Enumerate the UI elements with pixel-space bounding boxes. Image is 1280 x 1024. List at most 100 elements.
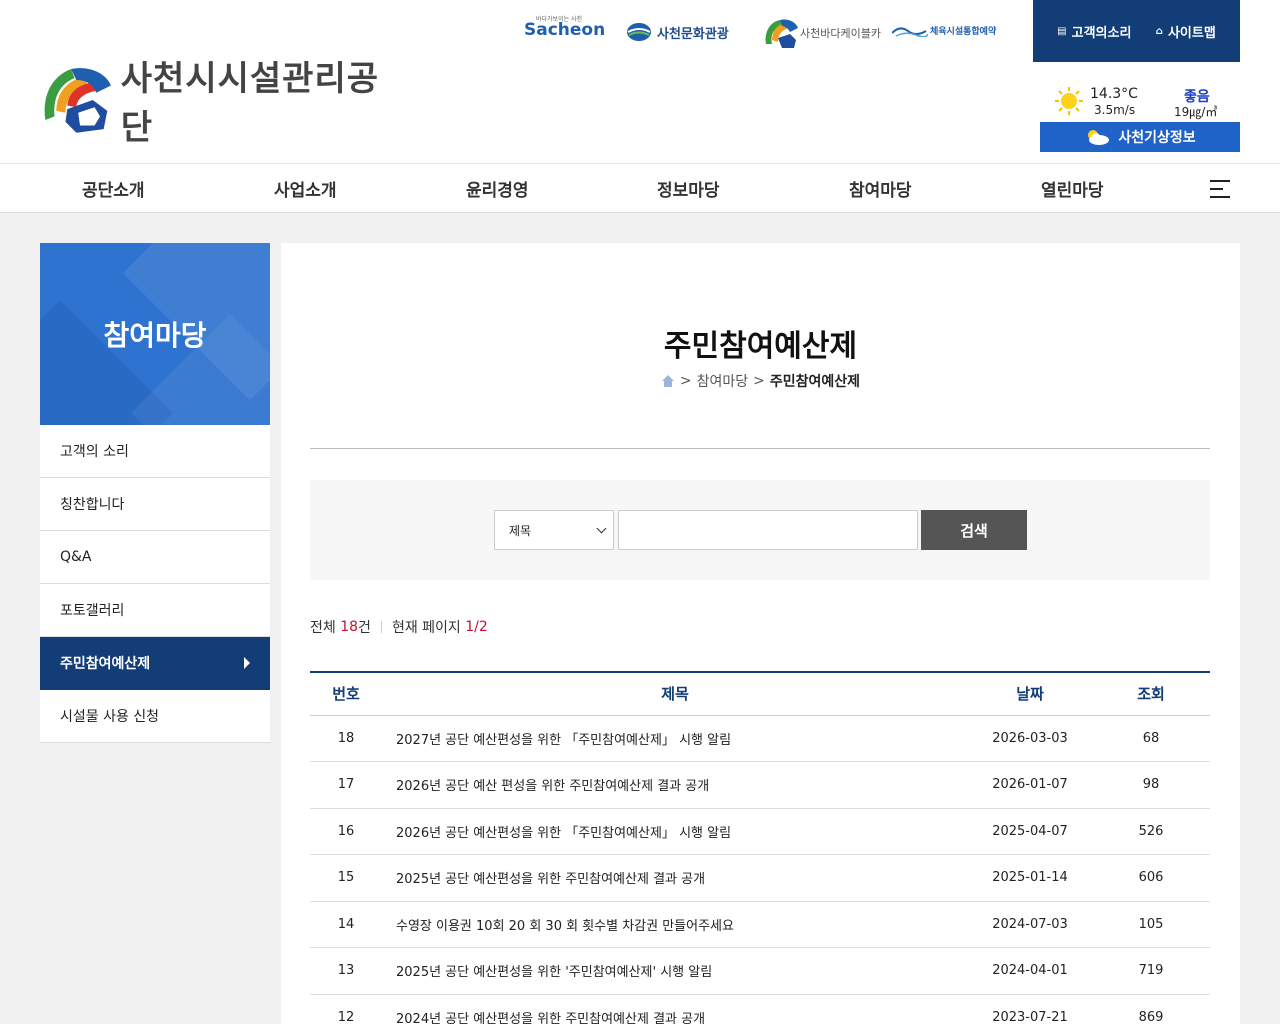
- row-views: 719: [1092, 947, 1210, 995]
- row-title-link[interactable]: 2026년 공단 예산 편성을 위한 주민참여예산제 결과 공개: [382, 761, 968, 809]
- row-number: 17: [310, 761, 382, 809]
- table-row[interactable]: 16 2026년 공단 예산편성을 위한 「주민참여예산제」 시행 알림 202…: [310, 808, 1210, 855]
- family-link-cablecar[interactable]: 사천바다케이블카: [764, 18, 881, 48]
- arrow-right-icon: [244, 657, 250, 669]
- search-field-select[interactable]: 제목: [494, 510, 614, 550]
- search-panel: 제목 검색: [310, 480, 1210, 580]
- row-title-link[interactable]: 수영장 이용권 10회 20 회 30 회 횟수별 차감권 만들어주세요: [382, 901, 968, 948]
- table-row[interactable]: 17 2026년 공단 예산 편성을 위한 주민참여예산제 결과 공개 2026…: [310, 761, 1210, 809]
- sun-icon: [1055, 87, 1083, 115]
- table-row[interactable]: 18 2027년 공단 예산편성을 위한 「주민참여예산제」 시행 알림 202…: [310, 715, 1210, 762]
- table-row[interactable]: 14 수영장 이용권 10회 20 회 30 회 횟수별 차감권 만들어주세요 …: [310, 901, 1210, 948]
- search-button[interactable]: 검색: [921, 510, 1027, 550]
- air-quality-value: 19㎍/㎥: [1174, 105, 1218, 119]
- row-date: 2026-01-07: [968, 761, 1092, 809]
- row-title-link[interactable]: 2026년 공단 예산편성을 위한 「주민참여예산제」 시행 알림: [382, 808, 968, 855]
- sacheon-tagline: 바다가보이는 사천: [536, 16, 583, 23]
- side-nav-header: 참여마당: [40, 243, 270, 425]
- temperature: 14.3°C: [1090, 86, 1138, 102]
- customer-voice-label: 고객의소리: [1071, 25, 1132, 41]
- home-icon[interactable]: [661, 374, 675, 388]
- breadcrumb-parent[interactable]: 참여마당: [697, 371, 749, 391]
- row-number: 16: [310, 808, 382, 855]
- row-views: 105: [1092, 901, 1210, 948]
- row-views: 869: [1092, 994, 1210, 1024]
- site-header: 사천시시설관리공단 바다가보이는 사천 Sacheon 사천문화관광 사천바다케…: [0, 0, 1280, 163]
- gnb-item-business[interactable]: 사업소개: [274, 176, 337, 201]
- row-views: 606: [1092, 854, 1210, 902]
- customer-voice-link[interactable]: ▤ 고객의소리: [1057, 22, 1131, 41]
- table-row[interactable]: 13 2025년 공단 예산편성을 위한 '주민참여예산제' 시행 알림 202…: [310, 947, 1210, 995]
- sports-wave-icon: [892, 26, 928, 37]
- sacheon-label: Sacheon: [524, 20, 606, 40]
- home-icon: ⌂: [1155, 25, 1163, 37]
- sports-label: 체육시설통합예약: [930, 27, 997, 37]
- side-nav-item-praise[interactable]: 칭찬합니다: [40, 478, 270, 531]
- row-number: 12: [310, 994, 382, 1024]
- family-link-sacheon[interactable]: 바다가보이는 사천 Sacheon: [524, 16, 606, 40]
- total-label: 전체: [310, 620, 336, 636]
- search-input[interactable]: [618, 510, 918, 550]
- wind-speed: 3.5m/s: [1094, 103, 1136, 117]
- divider: [310, 448, 1210, 449]
- family-link-culture[interactable]: 사천문화관광: [626, 22, 729, 42]
- side-nav-label: 시설물 사용 신청: [60, 709, 160, 725]
- weather-info-label: 사천기상정보: [1118, 130, 1196, 146]
- gnb-item-open[interactable]: 열린마당: [1041, 176, 1104, 201]
- culture-logo-icon: [627, 23, 651, 41]
- table-header-row: 번호 제목 날짜 조회: [310, 671, 1210, 716]
- gnb-item-about[interactable]: 공단소개: [82, 176, 145, 201]
- document-icon: ▤: [1057, 25, 1067, 37]
- weather-info-button[interactable]: 사천기상정보: [1040, 122, 1240, 152]
- board-table: 번호 제목 날짜 조회 18 2027년 공단 예산편성을 위한 「주민참여예산…: [310, 671, 1210, 1024]
- column-header-no: 번호: [310, 671, 382, 716]
- sitemap-link[interactable]: ⌂ 사이트맵: [1156, 22, 1216, 41]
- row-date: 2024-07-03: [968, 901, 1092, 948]
- side-navigation: 참여마당 고객의 소리 칭찬합니다 Q&A 포토갤러리 주민참여예산제 시설물 …: [40, 243, 270, 743]
- side-nav-item-customer-voice[interactable]: 고객의 소리: [40, 425, 270, 478]
- gnb-item-participation[interactable]: 참여마당: [849, 176, 912, 201]
- gnb-item-ethics[interactable]: 윤리경영: [466, 176, 529, 201]
- breadcrumb-separator: >: [679, 373, 692, 389]
- row-title-link[interactable]: 2025년 공단 예산편성을 위한 주민참여예산제 결과 공개: [382, 854, 968, 902]
- cablecar-logo-icon: [765, 19, 798, 48]
- main-navigation: 공단소개 사업소개 윤리경영 정보마당 참여마당 열린마당: [0, 163, 1280, 213]
- cablecar-label: 사천바다케이블카: [800, 27, 881, 40]
- row-date: 2025-01-14: [968, 854, 1092, 902]
- side-nav-label: 포토갤러리: [60, 603, 125, 619]
- row-title-link[interactable]: 2024년 공단 예산편성을 위한 주민참여예산제 결과 공개: [382, 994, 968, 1024]
- side-nav-item-qna[interactable]: Q&A: [40, 531, 270, 584]
- row-number: 14: [310, 901, 382, 948]
- row-date: 2026-03-03: [968, 715, 1092, 762]
- row-date: 2024-04-01: [968, 947, 1092, 995]
- gnb-item-info[interactable]: 정보마당: [657, 176, 720, 201]
- sitemap-label: 사이트맵: [1167, 25, 1216, 41]
- table-row[interactable]: 15 2025년 공단 예산편성을 위한 주민참여예산제 결과 공개 2025-…: [310, 854, 1210, 902]
- column-header-views: 조회: [1092, 671, 1210, 716]
- side-nav-label: 고객의 소리: [60, 444, 129, 460]
- logo-mark-icon: [44, 68, 111, 133]
- breadcrumb-current: 주민참여예산제: [769, 374, 861, 390]
- side-nav-item-photo-gallery[interactable]: 포토갤러리: [40, 584, 270, 637]
- total-count: 18: [340, 619, 359, 635]
- cloud-sun-icon: [1088, 130, 1110, 145]
- side-nav-item-participatory-budget[interactable]: 주민참여예산제: [40, 637, 270, 690]
- hamburger-menu-icon[interactable]: [1210, 180, 1230, 198]
- weather-widget: 14.3°C 3.5m/s 좋음 19㎍/㎥ 사천기상정보: [1040, 82, 1240, 154]
- board-count: 전체 18 건 현재 페이지 1/2: [310, 617, 488, 637]
- search-field-value: 제목: [509, 523, 532, 538]
- table-row[interactable]: 12 2024년 공단 예산편성을 위한 주민참여예산제 결과 공개 2023-…: [310, 994, 1210, 1024]
- row-date: 2023-07-21: [968, 994, 1092, 1024]
- utility-links: ▤ 고객의소리 ⌂ 사이트맵: [1033, 0, 1240, 62]
- family-link-sports[interactable]: 체육시설통합예약: [892, 24, 996, 37]
- column-header-date: 날짜: [968, 671, 1092, 716]
- breadcrumb: > 참여마당 > 주민참여예산제: [281, 371, 1240, 391]
- side-nav-item-facility-request[interactable]: 시설물 사용 신청: [40, 690, 270, 743]
- site-logo[interactable]: 사천시시설관리공단: [40, 59, 385, 148]
- page-label: 현재 페이지: [391, 620, 461, 636]
- row-views: 526: [1092, 808, 1210, 855]
- row-title-link[interactable]: 2027년 공단 예산편성을 위한 「주민참여예산제」 시행 알림: [382, 715, 968, 762]
- side-nav-label: Q&A: [60, 549, 92, 565]
- row-title-link[interactable]: 2025년 공단 예산편성을 위한 '주민참여예산제' 시행 알림: [382, 947, 968, 995]
- row-views: 98: [1092, 761, 1210, 809]
